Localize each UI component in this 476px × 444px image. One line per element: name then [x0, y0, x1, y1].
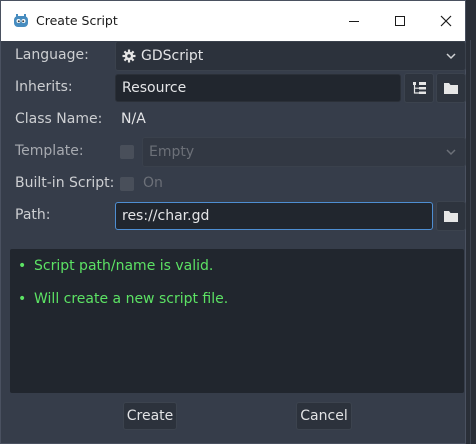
inherits-row: Inherits: Resource — [1, 73, 467, 103]
template-label: Template: — [15, 143, 84, 159]
path-label: Path: — [15, 207, 51, 223]
template-dropdown[interactable]: Empty — [142, 137, 466, 167]
title-bar: Create Script — [1, 1, 465, 41]
chevron-down-icon — [446, 149, 456, 156]
inherits-browse-button[interactable] — [436, 73, 466, 103]
builtin-label: Built-in Script: — [15, 175, 115, 191]
class-tree-icon — [413, 82, 426, 94]
builtin-row: Built-in Script: On — [1, 169, 467, 199]
godot-app-icon — [14, 14, 28, 27]
minimize-button[interactable] — [331, 7, 377, 35]
gear-icon — [122, 49, 136, 63]
inherits-label: Inherits: — [15, 79, 73, 95]
maximize-button[interactable] — [377, 7, 423, 35]
chevron-down-icon — [446, 53, 456, 60]
path-browse-button[interactable] — [436, 201, 466, 231]
class-tree-button[interactable] — [404, 73, 434, 103]
language-dropdown[interactable]: GDScript — [115, 41, 466, 71]
template-checkbox[interactable] — [120, 145, 134, 159]
cancel-button[interactable]: Cancel — [296, 402, 352, 430]
minimize-icon — [349, 21, 359, 22]
class-name-value: N/A — [121, 111, 146, 127]
maximize-icon — [395, 16, 405, 26]
language-value: GDScript — [141, 48, 204, 64]
window-title: Create Script — [36, 13, 118, 28]
close-button[interactable] — [423, 7, 469, 35]
bullet-icon: • — [18, 291, 27, 307]
background-gridline — [470, 40, 471, 444]
class-name-label: Class Name: — [15, 111, 103, 127]
background-editor-strip — [466, 0, 476, 444]
template-row: Template: Empty — [1, 137, 467, 167]
bullet-icon: • — [18, 258, 27, 274]
validation-message: • Script path/name is valid. — [18, 258, 214, 274]
validation-panel: • Script path/name is valid. • Will create… — [10, 249, 464, 393]
inherits-input[interactable]: Resource — [115, 74, 401, 102]
validation-message: • Will create a new script file. — [18, 291, 229, 307]
folder-icon — [444, 211, 458, 222]
builtin-value: On — [143, 175, 163, 191]
builtin-checkbox[interactable] — [120, 177, 134, 191]
language-label: Language: — [15, 47, 89, 63]
template-value: Empty — [149, 144, 195, 160]
language-row: Language: GDScript — [1, 41, 467, 71]
close-icon — [440, 15, 452, 27]
class-name-row: Class Name: N/A — [1, 105, 467, 135]
path-input[interactable]: res://char.gd — [115, 202, 433, 230]
folder-icon — [444, 83, 458, 94]
create-button[interactable]: Create — [123, 402, 177, 430]
path-row: Path: res://char.gd — [1, 201, 467, 231]
create-script-dialog: Create Script Language: GDScript Inherit… — [0, 0, 466, 444]
